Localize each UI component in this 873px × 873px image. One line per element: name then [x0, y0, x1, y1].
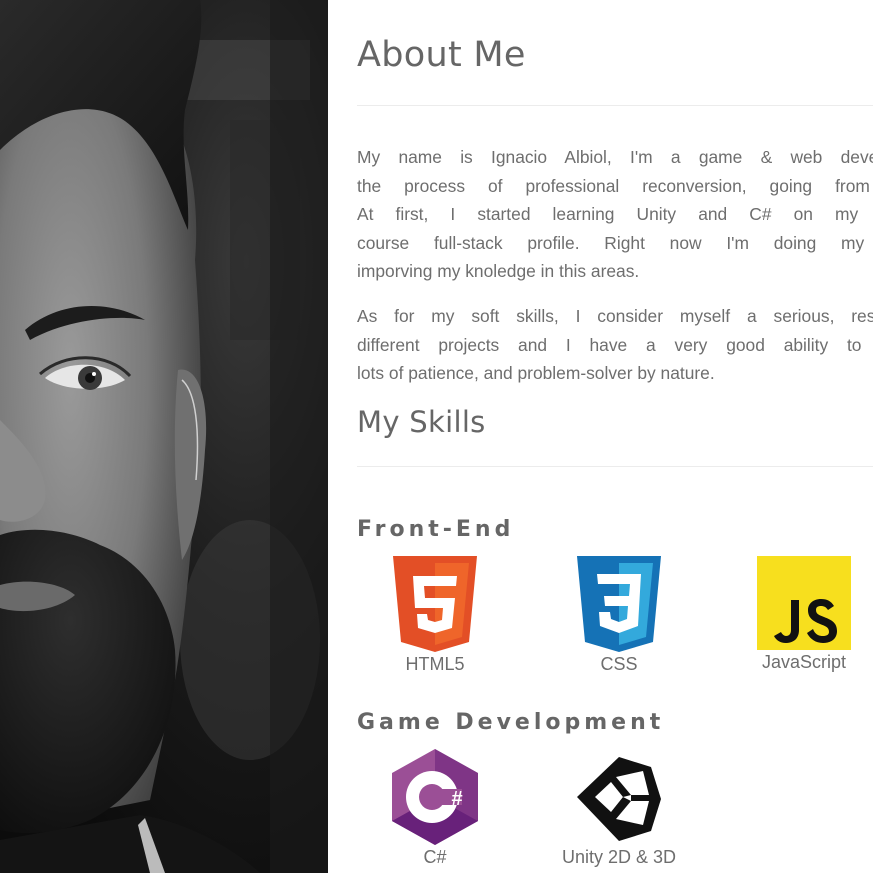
- profile-photo-image: [0, 0, 328, 873]
- skill-unity-label: Unity 2D & 3D: [561, 847, 677, 867]
- skill-css-label: CSS: [600, 654, 638, 674]
- svg-text:#: #: [451, 788, 462, 810]
- about-paragraph-2-line: lots of patience, and problem-solver by …: [357, 363, 715, 384]
- html5-icon: [393, 556, 477, 652]
- javascript-icon: [757, 556, 851, 650]
- skill-css: CSS: [549, 556, 689, 675]
- game-development-heading: Game Development: [357, 710, 665, 735]
- profile-photo: [0, 0, 328, 873]
- csharp-icon: #: [392, 749, 478, 845]
- about-paragraph-1-line: the process of professional reconversion…: [357, 175, 873, 196]
- skill-unity: Unity 2D & 3D: [549, 749, 689, 868]
- about-paragraph-1: My name is Ignacio Albiol, I'm a game & …: [357, 143, 873, 286]
- about-title: About Me: [357, 35, 526, 75]
- unity-icon: [577, 757, 661, 841]
- about-paragraph-1-line: course full-stack profile. Right now I'm…: [357, 232, 873, 253]
- about-paragraph-1-line: At first, I started learning Unity and C…: [357, 204, 873, 225]
- skill-javascript-label: JavaScript: [761, 652, 847, 672]
- about-paragraph-1-line: imporving my knoledge in this areas.: [357, 261, 640, 282]
- about-section: About Me My name is Ignacio Albiol, I'm …: [357, 0, 873, 873]
- about-paragraph-2-line: different projects and I have a very goo…: [357, 334, 873, 355]
- skill-csharp-label: C#: [423, 847, 447, 867]
- skill-csharp: # C#: [365, 749, 505, 868]
- skill-html5-label: HTML5: [405, 654, 465, 674]
- skill-javascript: JavaScript: [734, 556, 873, 673]
- skill-html5: HTML5: [365, 556, 505, 675]
- skills-title: My Skills: [357, 405, 486, 439]
- skills-divider: [357, 466, 873, 467]
- about-paragraph-2: As for my soft skills, I consider myself…: [357, 302, 873, 388]
- about-paragraph-1-line: My name is Ignacio Albiol, I'm a game & …: [357, 147, 873, 167]
- css3-icon: [577, 556, 661, 652]
- about-divider: [357, 105, 873, 106]
- about-paragraph-2-line: As for my soft skills, I consider myself…: [357, 306, 873, 326]
- front-end-heading: Front-End: [357, 517, 515, 542]
